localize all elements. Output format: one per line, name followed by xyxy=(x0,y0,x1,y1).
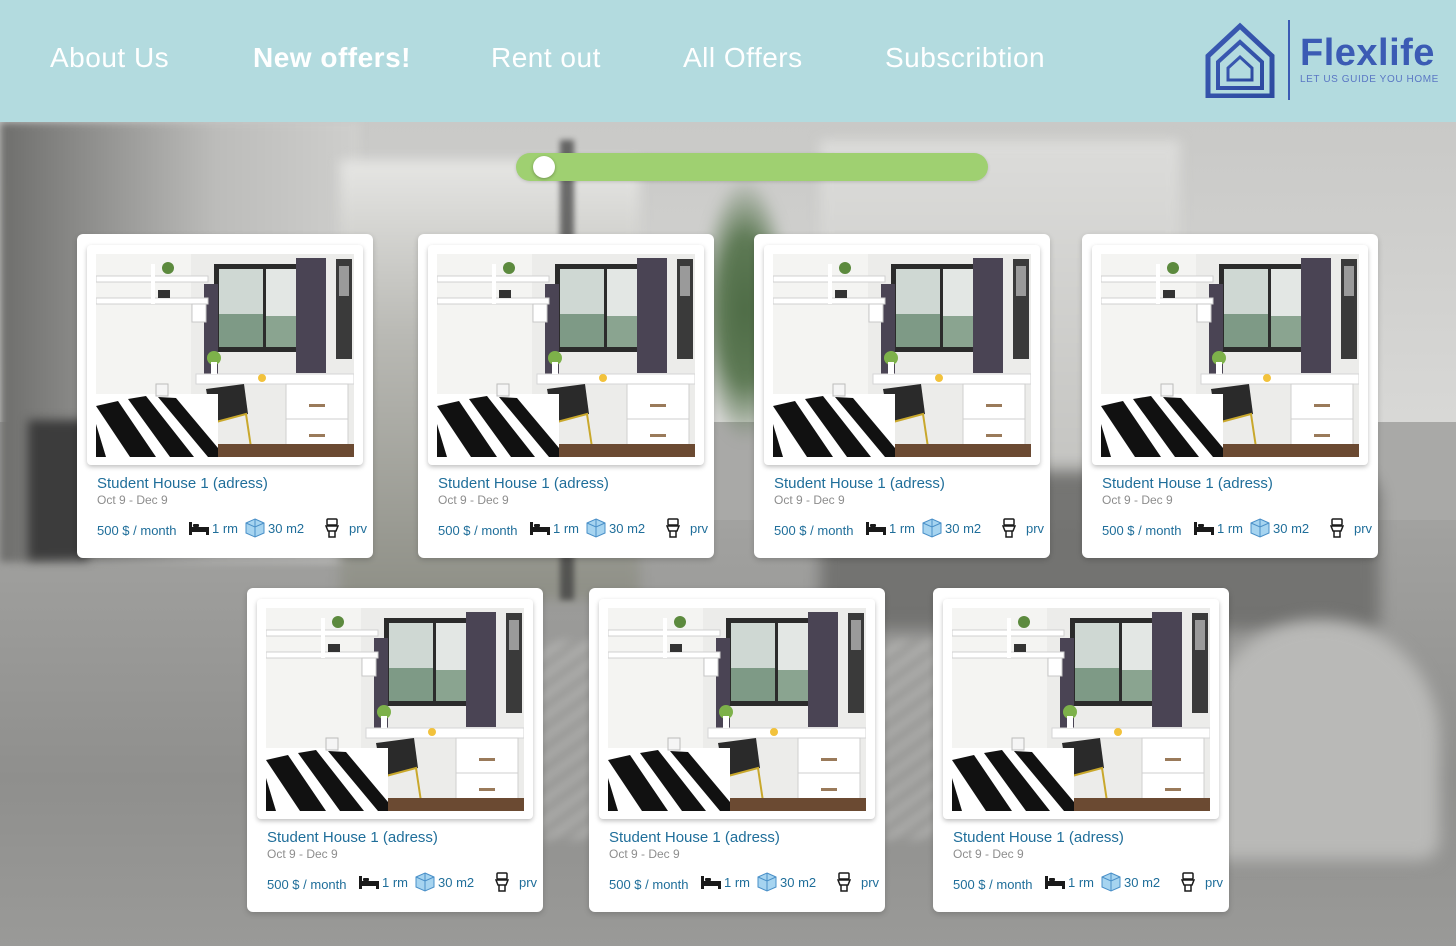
listing-dates: Oct 9 - Dec 9 xyxy=(953,847,1024,861)
listing-bathroom: prv xyxy=(1002,517,1044,539)
nav-about-us[interactable]: About Us xyxy=(50,42,169,74)
listing-title[interactable]: Student House 1 (adress) xyxy=(267,829,438,846)
listing-photo xyxy=(943,599,1219,819)
toilet-icon xyxy=(1002,518,1016,538)
listing-photo xyxy=(428,245,704,465)
offers-slider-thumb[interactable] xyxy=(533,156,555,178)
bed-icon xyxy=(359,876,379,889)
listing-bathroom: prv xyxy=(1330,517,1372,539)
listing-card[interactable]: Student House 1 (adress) Oct 9 - Dec 9 5… xyxy=(933,588,1229,912)
top-navigation-bar: About Us New offers! Rent out All Offers… xyxy=(0,0,1456,122)
nav-all-offers[interactable]: All Offers xyxy=(683,42,803,74)
listing-rooms: 1 rm xyxy=(1194,517,1243,539)
nav-subscription[interactable]: Subscribtion xyxy=(885,42,1045,74)
listing-area: 30 m2 xyxy=(757,871,816,893)
listing-photo xyxy=(599,599,875,819)
bed-icon xyxy=(189,522,209,535)
bed-icon xyxy=(1045,876,1065,889)
cube-icon xyxy=(922,518,942,538)
toilet-icon xyxy=(666,518,680,538)
cube-icon xyxy=(415,872,435,892)
listing-card[interactable]: Student House 1 (adress) Oct 9 - Dec 9 5… xyxy=(1082,234,1378,558)
cube-icon xyxy=(757,872,777,892)
listing-photo xyxy=(257,599,533,819)
listing-card[interactable]: Student House 1 (adress) Oct 9 - Dec 9 5… xyxy=(247,588,543,912)
nav-rent-out[interactable]: Rent out xyxy=(491,42,601,74)
listing-rooms: 1 rm xyxy=(701,871,750,893)
listing-price: 500 $ / month xyxy=(438,523,518,538)
listing-price: 500 $ / month xyxy=(609,877,689,892)
listing-photo xyxy=(87,245,363,465)
listing-area: 30 m2 xyxy=(1250,517,1309,539)
listing-card[interactable]: Student House 1 (adress) Oct 9 - Dec 9 5… xyxy=(589,588,885,912)
listing-area: 30 m2 xyxy=(586,517,645,539)
listing-title[interactable]: Student House 1 (adress) xyxy=(438,475,609,492)
toilet-icon xyxy=(495,872,509,892)
bed-icon xyxy=(1194,522,1214,535)
logo-tagline: LET US GUIDE YOU HOME xyxy=(1300,74,1439,85)
offers-slider-track[interactable] xyxy=(516,153,988,181)
listing-bathroom: prv xyxy=(1181,871,1223,893)
listing-rooms: 1 rm xyxy=(866,517,915,539)
cube-icon xyxy=(1250,518,1270,538)
listing-photo xyxy=(764,245,1040,465)
listing-price: 500 $ / month xyxy=(774,523,854,538)
listing-price: 500 $ / month xyxy=(1102,523,1182,538)
listing-dates: Oct 9 - Dec 9 xyxy=(97,493,168,507)
listing-dates: Oct 9 - Dec 9 xyxy=(1102,493,1173,507)
cube-icon xyxy=(245,518,265,538)
listing-card[interactable]: Student House 1 (adress) Oct 9 - Dec 9 5… xyxy=(418,234,714,558)
toilet-icon xyxy=(325,518,339,538)
cube-icon xyxy=(586,518,606,538)
listing-area: 30 m2 xyxy=(1101,871,1160,893)
listing-price: 500 $ / month xyxy=(97,523,177,538)
bed-icon xyxy=(701,876,721,889)
listing-dates: Oct 9 - Dec 9 xyxy=(438,493,509,507)
flexlife-logo[interactable]: Flexlife LET US GUIDE YOU HOME xyxy=(1204,18,1444,104)
listing-photo xyxy=(1092,245,1368,465)
listing-rooms: 1 rm xyxy=(530,517,579,539)
toilet-icon xyxy=(1330,518,1344,538)
bed-icon xyxy=(530,522,550,535)
listing-dates: Oct 9 - Dec 9 xyxy=(267,847,338,861)
listing-bathroom: prv xyxy=(666,517,708,539)
listing-bathroom: prv xyxy=(325,517,367,539)
house-logo-icon xyxy=(1205,22,1275,98)
listing-dates: Oct 9 - Dec 9 xyxy=(774,493,845,507)
listing-title[interactable]: Student House 1 (adress) xyxy=(97,475,268,492)
listing-title[interactable]: Student House 1 (adress) xyxy=(953,829,1124,846)
listing-price: 500 $ / month xyxy=(267,877,347,892)
listing-area: 30 m2 xyxy=(415,871,474,893)
bed-icon xyxy=(866,522,886,535)
listing-bathroom: prv xyxy=(495,871,537,893)
listing-area: 30 m2 xyxy=(245,517,304,539)
listing-rooms: 1 rm xyxy=(189,517,238,539)
logo-divider xyxy=(1288,20,1290,100)
cube-icon xyxy=(1101,872,1121,892)
logo-brand-name: Flexlife xyxy=(1300,32,1435,74)
listing-rooms: 1 rm xyxy=(359,871,408,893)
listing-rooms: 1 rm xyxy=(1045,871,1094,893)
toilet-icon xyxy=(1181,872,1195,892)
listing-area: 30 m2 xyxy=(922,517,981,539)
listing-card[interactable]: Student House 1 (adress) Oct 9 - Dec 9 5… xyxy=(754,234,1050,558)
listing-bathroom: prv xyxy=(837,871,879,893)
listing-dates: Oct 9 - Dec 9 xyxy=(609,847,680,861)
listing-price: 500 $ / month xyxy=(953,877,1033,892)
listing-title[interactable]: Student House 1 (adress) xyxy=(774,475,945,492)
nav-new-offers[interactable]: New offers! xyxy=(253,42,411,74)
listing-title[interactable]: Student House 1 (adress) xyxy=(609,829,780,846)
listing-card[interactable]: Student House 1 (adress) Oct 9 - Dec 9 5… xyxy=(77,234,373,558)
listing-title[interactable]: Student House 1 (adress) xyxy=(1102,475,1273,492)
toilet-icon xyxy=(837,872,851,892)
